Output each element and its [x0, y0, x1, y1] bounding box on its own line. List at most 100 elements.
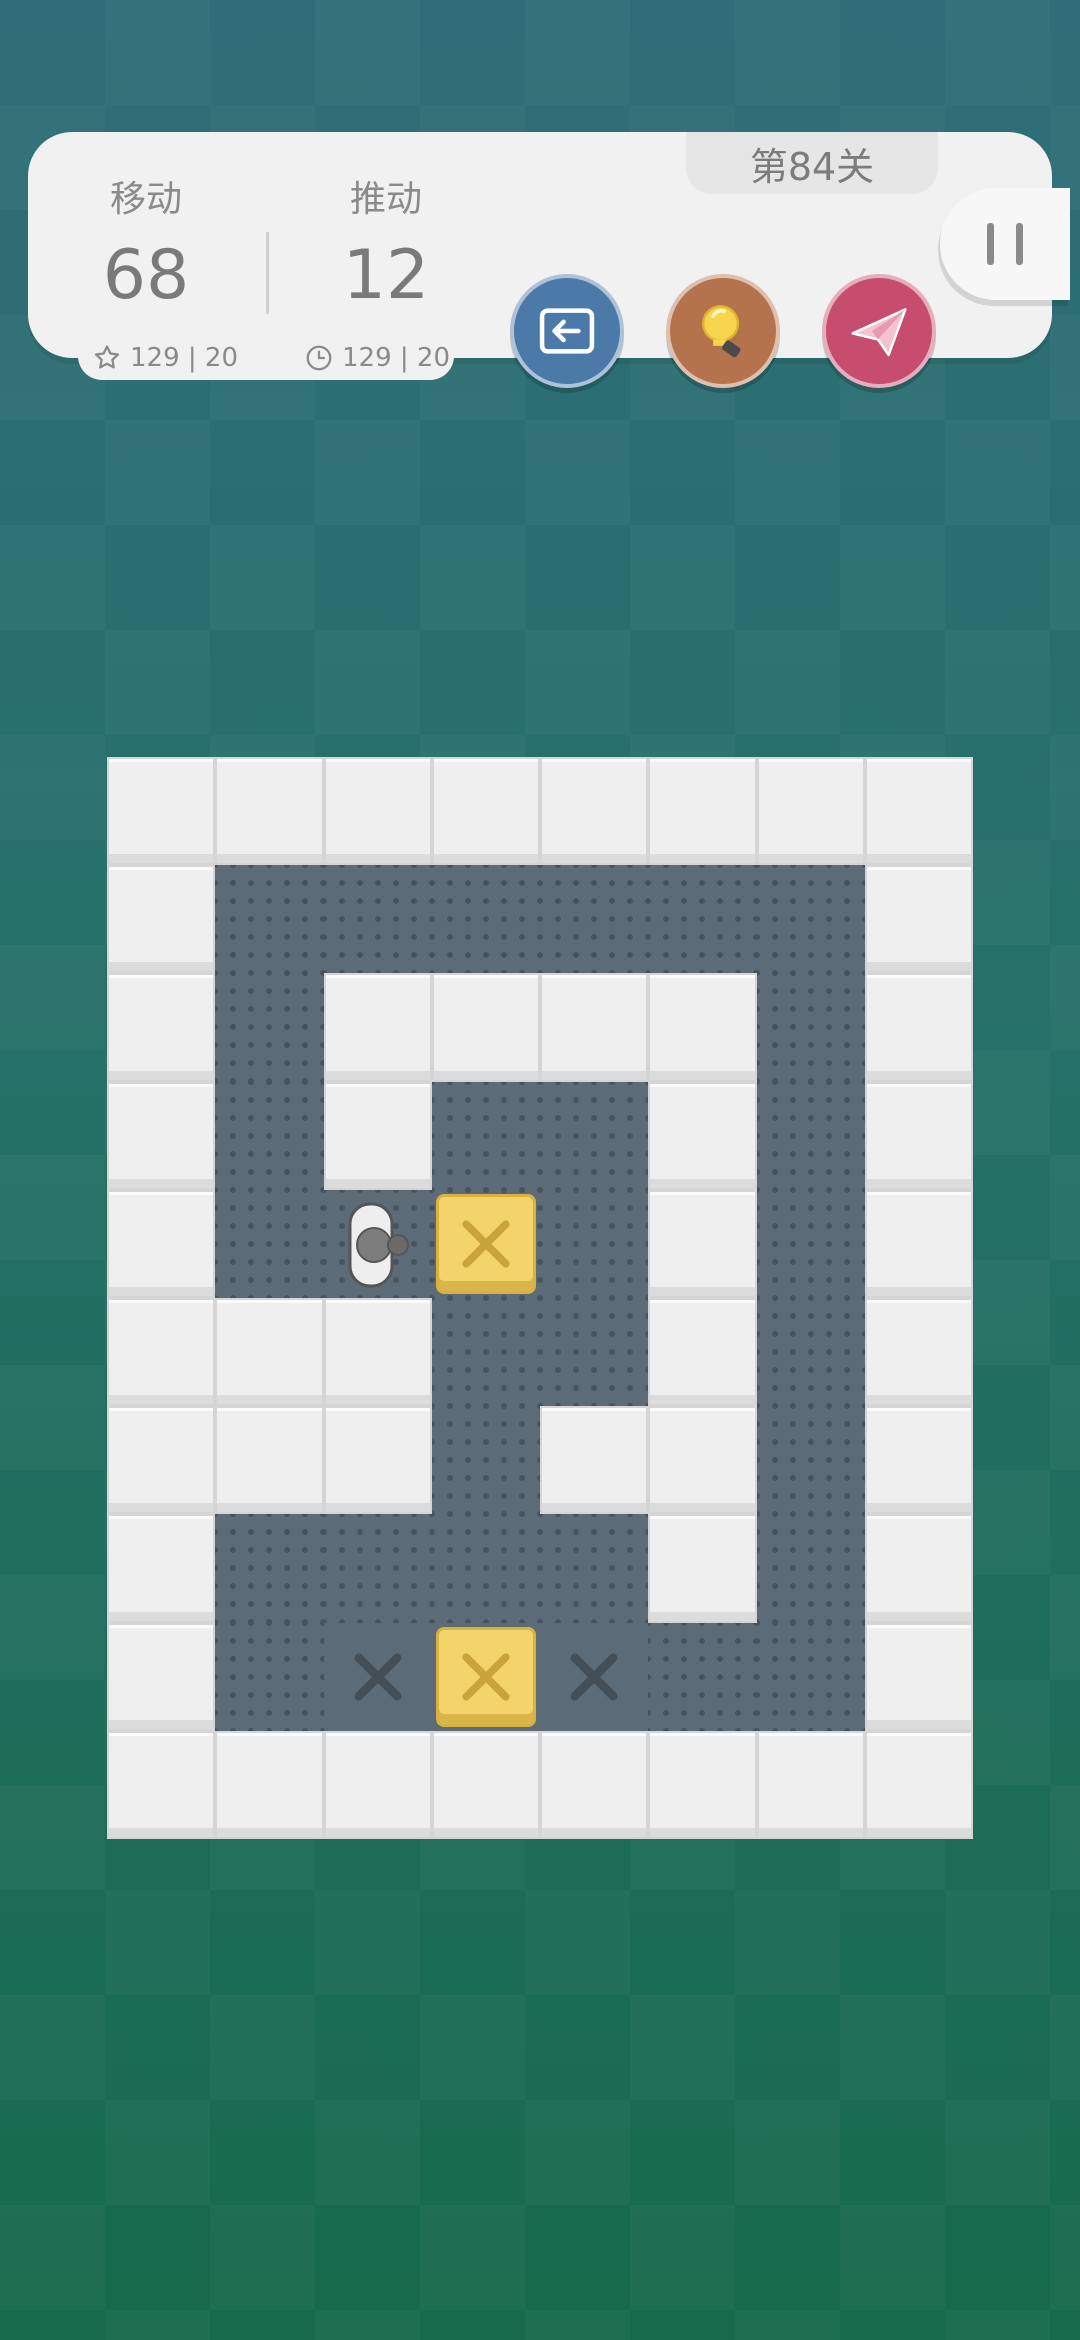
floor-tile — [756, 1622, 865, 1731]
wall-tile — [431, 757, 540, 866]
target-x-icon — [570, 1653, 618, 1701]
moves-label: 移动 — [109, 179, 182, 220]
wall-tile — [540, 757, 649, 866]
pushes-stat: 推动 12 — [286, 170, 486, 315]
floor-tile — [215, 973, 324, 1082]
wall-tile — [864, 1297, 973, 1407]
wall-tile — [323, 973, 432, 1082]
wall-tile — [756, 1730, 865, 1839]
wall-tile — [431, 1730, 540, 1839]
crate — [435, 1626, 536, 1727]
floor-tile — [323, 865, 432, 974]
floor-tile — [756, 1081, 865, 1190]
wall-tile — [648, 1514, 757, 1623]
pause-button[interactable] — [940, 188, 1070, 300]
wall-tile — [864, 1081, 973, 1190]
floor-tile — [756, 973, 865, 1082]
wall-tile — [107, 1189, 216, 1298]
floor-tile — [756, 1406, 865, 1515]
wall-tile — [864, 1406, 973, 1515]
wall-tile — [864, 757, 973, 866]
wall-tile — [864, 973, 973, 1082]
wall-tile — [107, 1406, 216, 1515]
wall-tile — [648, 1081, 757, 1190]
wall-tile — [648, 1406, 757, 1515]
wall-tile — [323, 757, 432, 866]
wall-tile — [648, 1730, 757, 1839]
floor-tile — [431, 1514, 540, 1623]
wall-tile — [540, 973, 649, 1082]
wall-tile — [107, 1297, 216, 1407]
wall-tile — [215, 1730, 324, 1839]
floor-tile — [540, 1081, 649, 1190]
wall-tile — [648, 1189, 757, 1298]
wall-tile — [864, 1730, 973, 1839]
floor-tile — [215, 1622, 324, 1731]
floor-tile — [431, 1081, 540, 1190]
wall-tile — [215, 757, 324, 866]
paper-plane-icon — [851, 308, 907, 357]
target-marker — [562, 1645, 626, 1709]
player-tile — [323, 1189, 432, 1298]
target-tile — [323, 1622, 432, 1731]
moves-best-value: 129 | 20 — [130, 343, 238, 373]
level-label: 第84关 — [686, 132, 938, 194]
wall-tile — [431, 973, 540, 1082]
wall-tile — [215, 1406, 324, 1515]
target-tile — [540, 1622, 649, 1731]
pause-bar-right — [1016, 223, 1023, 265]
wall-tile — [648, 973, 757, 1082]
undo-button[interactable] — [510, 274, 624, 388]
player-icon — [348, 1202, 409, 1288]
wall-tile — [864, 1622, 973, 1731]
floor-tile — [648, 1622, 757, 1731]
wall-tile — [107, 1622, 216, 1731]
pause-bar-left — [987, 223, 994, 265]
wall-tile — [323, 1406, 432, 1515]
lightbulb-icon — [702, 305, 741, 358]
wall-tile — [107, 1081, 216, 1190]
moves-stat: 移动 68 — [46, 170, 246, 315]
star-icon — [94, 345, 120, 369]
target-x-icon — [354, 1653, 402, 1701]
floor-tile — [215, 1514, 324, 1623]
wall-tile — [323, 1730, 432, 1839]
floor-tile — [540, 1514, 649, 1623]
floor-tile — [215, 1189, 324, 1298]
hint-button[interactable] — [666, 274, 780, 388]
floor-tile — [431, 1406, 540, 1515]
crate-x-icon — [462, 1652, 510, 1701]
floor-tile — [756, 1514, 865, 1623]
share-button[interactable] — [822, 274, 936, 388]
wall-tile — [540, 1730, 649, 1839]
wall-tile — [323, 1297, 432, 1407]
floor-tile — [540, 865, 649, 974]
pushes-label: 推动 — [349, 179, 422, 220]
game-board[interactable] — [107, 757, 973, 1839]
wall-tile — [107, 865, 216, 974]
wall-tile — [648, 757, 757, 866]
stat-divider — [266, 232, 269, 314]
pushes-best: 129 | 20 — [304, 342, 450, 374]
floor-tile — [215, 1081, 324, 1190]
floor-tile — [756, 1297, 865, 1407]
moves-value: 68 — [102, 236, 190, 315]
wall-tile — [648, 1297, 757, 1407]
floor-tile — [323, 1514, 432, 1623]
wall-tile — [864, 865, 973, 974]
wall-tile — [540, 1406, 649, 1515]
crate — [435, 1193, 536, 1294]
floor-tile — [540, 1297, 649, 1407]
floor-tile — [431, 865, 540, 974]
wall-tile — [756, 757, 865, 866]
pushes-value: 12 — [342, 236, 430, 315]
box-on-target-tile — [431, 1622, 540, 1731]
pushes-best-value: 129 | 20 — [342, 343, 450, 373]
floor-tile — [215, 865, 324, 974]
target-marker — [346, 1645, 410, 1709]
floor-tile — [648, 865, 757, 974]
box-tile — [431, 1189, 540, 1298]
wall-tile — [107, 757, 216, 866]
undo-icon — [539, 308, 595, 354]
wall-tile — [864, 1189, 973, 1298]
